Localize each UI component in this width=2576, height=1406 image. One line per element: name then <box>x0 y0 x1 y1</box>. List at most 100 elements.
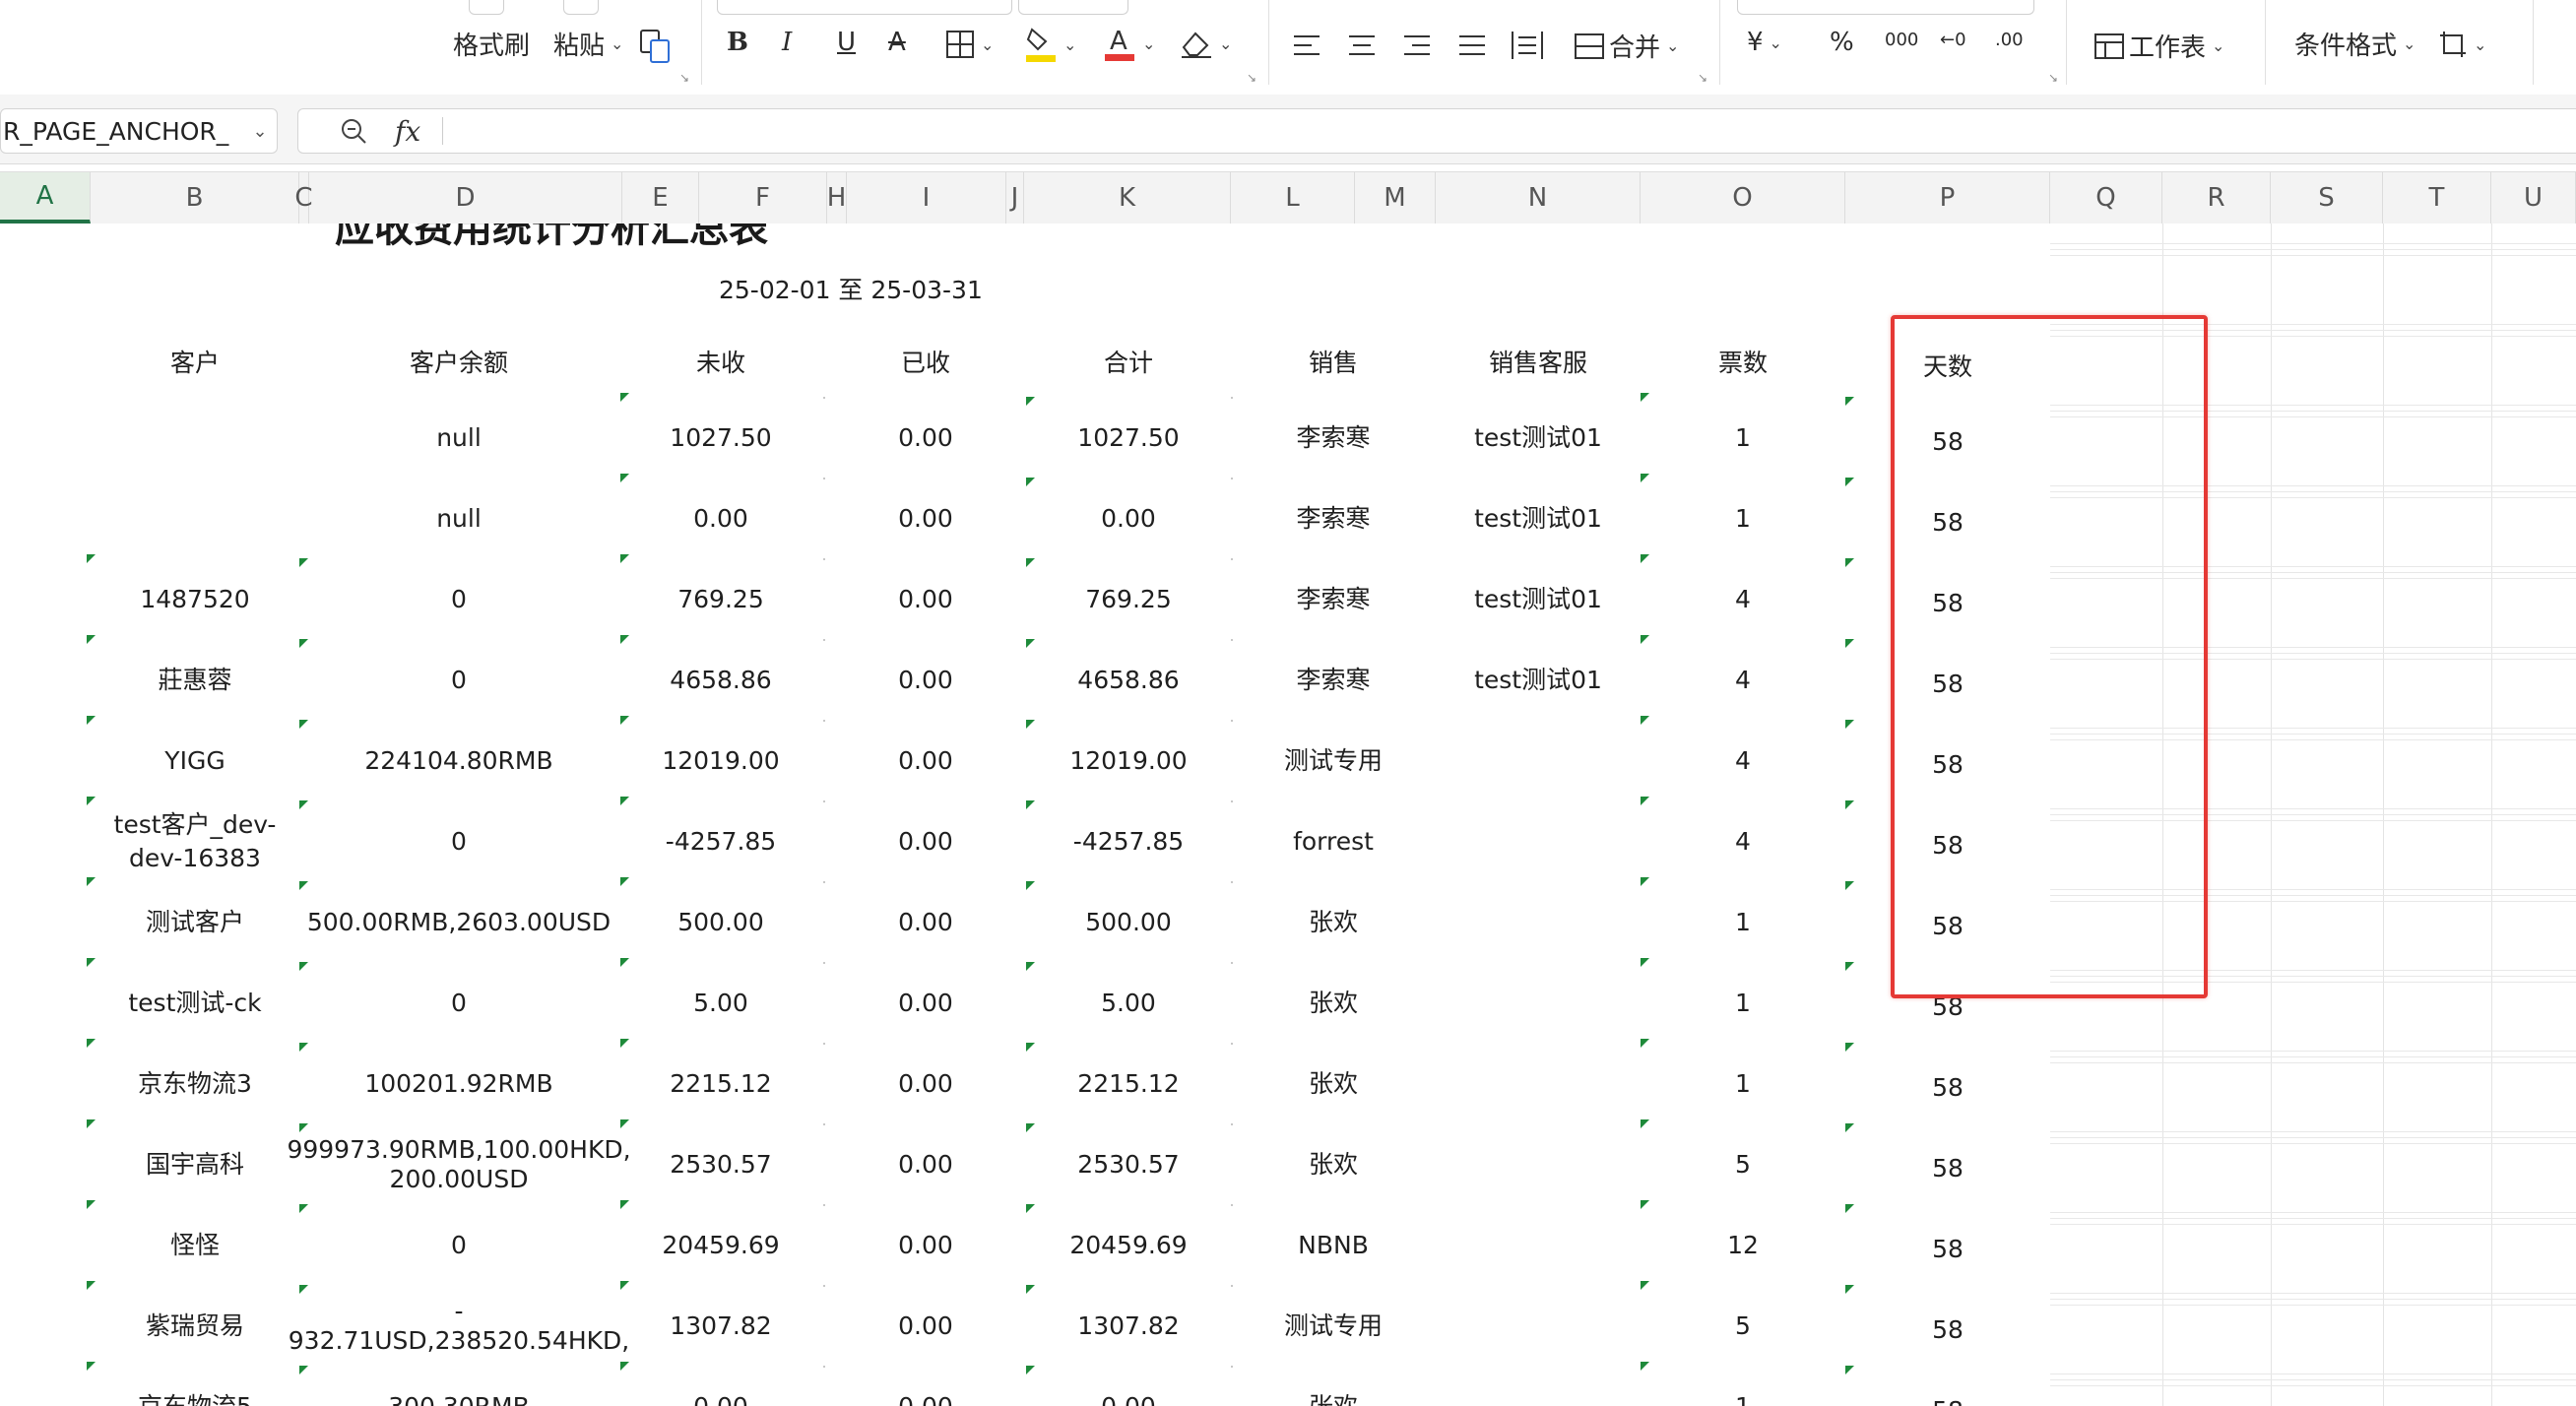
cell-sales-service[interactable] <box>1440 1045 1637 1123</box>
cell-customer-balance[interactable]: 999973.90RMB,100.00HKD, 200.00USD <box>287 1125 630 1204</box>
cell-ticket-count[interactable]: 1 <box>1644 883 1841 962</box>
cell-ticket-count[interactable]: 1 <box>1644 399 1841 478</box>
borders-button[interactable]: ⌄ <box>945 30 994 59</box>
merge-button[interactable]: 合并 ⌄ <box>1574 28 1679 64</box>
cell-sales[interactable]: 张欢 <box>1235 883 1432 962</box>
cell-sales[interactable]: 李索寒 <box>1235 641 1432 720</box>
cell-customer-balance[interactable]: 0 <box>296 560 621 639</box>
cell-unpaid[interactable]: 1307.82 <box>622 1287 819 1366</box>
cell-ticket-count[interactable]: 5 <box>1644 1287 1841 1366</box>
cell-paid[interactable]: 0.00 <box>827 1045 1024 1123</box>
header-paid[interactable]: 已收 <box>827 324 1024 403</box>
decrease-decimal-button[interactable]: .00 <box>1995 30 2024 50</box>
align-center-button[interactable] <box>1347 33 1377 57</box>
fx-icon[interactable]: fx <box>395 115 420 148</box>
cell-paid[interactable]: 0.00 <box>827 964 1024 1043</box>
cell-customer-balance[interactable]: 0 <box>296 641 621 720</box>
cell-sales-service[interactable] <box>1440 1287 1637 1366</box>
cell-sales-service[interactable]: test测试01 <box>1440 399 1637 478</box>
column-header-o[interactable]: O <box>1641 172 1845 224</box>
column-header-l[interactable]: L <box>1231 172 1355 224</box>
cell-customer[interactable]: test测试-ck <box>92 964 298 1043</box>
cell-customer-balance[interactable]: 224104.80RMB <box>296 722 621 800</box>
cell-ticket-count[interactable]: 1 <box>1644 1368 1841 1406</box>
cell-customer-balance[interactable]: 0 <box>296 802 621 881</box>
cell-paid[interactable]: 0.00 <box>827 1206 1024 1285</box>
font-name-box[interactable] <box>717 0 1012 15</box>
cell-sales-service[interactable] <box>1440 883 1637 962</box>
cell-customer-balance[interactable]: 500.00RMB,2603.00USD <box>296 883 621 962</box>
cell-paid[interactable]: 0.00 <box>827 883 1024 962</box>
cell-customer[interactable]: YIGG <box>92 722 298 800</box>
strikethrough-button[interactable]: A <box>888 28 906 57</box>
cell-unpaid[interactable]: 4658.86 <box>622 641 819 720</box>
column-header-d[interactable]: D <box>309 172 622 224</box>
cell-sales[interactable]: 张欢 <box>1235 964 1432 1043</box>
cell-days[interactable]: 58 <box>1869 1129 2027 1208</box>
cell-days[interactable]: 58 <box>1869 1291 2027 1370</box>
cell-total[interactable]: 1027.50 <box>1030 399 1227 478</box>
cell-total[interactable]: 500.00 <box>1030 883 1227 962</box>
cell-ticket-count[interactable]: 5 <box>1644 1125 1841 1204</box>
cell-total[interactable]: 1307.82 <box>1030 1287 1227 1366</box>
cell-total[interactable]: 2530.57 <box>1030 1125 1227 1204</box>
cell-unpaid[interactable]: 1027.50 <box>622 399 819 478</box>
clipboard-group-expand-icon[interactable]: ↘ <box>679 71 689 85</box>
cell-ticket-count[interactable]: 4 <box>1644 560 1841 639</box>
align-left-button[interactable] <box>1292 33 1321 57</box>
column-header-n[interactable]: N <box>1436 172 1641 224</box>
bold-button[interactable]: B <box>727 28 748 57</box>
cell-unpaid[interactable]: 5.00 <box>622 964 819 1043</box>
cell-customer[interactable]: 京东物流3 <box>92 1045 298 1123</box>
cell-days[interactable]: 58 <box>1869 1372 2027 1406</box>
underline-button[interactable]: U <box>837 28 856 57</box>
cell-unpaid[interactable]: 0.00 <box>622 479 819 558</box>
paste-special-icon[interactable] <box>638 28 674 65</box>
column-header-i[interactable]: I <box>847 172 1006 224</box>
number-group-expand-icon[interactable]: ↘ <box>2048 71 2058 85</box>
cell-sales-service[interactable] <box>1440 964 1637 1043</box>
italic-button[interactable]: I <box>782 28 792 57</box>
cell-total[interactable]: 5.00 <box>1030 964 1227 1043</box>
column-header-m[interactable]: M <box>1355 172 1436 224</box>
column-header-t[interactable]: T <box>2383 172 2491 224</box>
cell-sales[interactable]: 张欢 <box>1235 1368 1432 1406</box>
formula-input[interactable]: fx <box>297 108 2576 154</box>
cell-total[interactable]: 2215.12 <box>1030 1045 1227 1123</box>
cell-sales[interactable]: 张欢 <box>1235 1045 1432 1123</box>
cell-paid[interactable]: 0.00 <box>827 479 1024 558</box>
cell-sales[interactable]: forrest <box>1235 802 1432 881</box>
name-box[interactable]: R_PAGE_ANCHOR_ ⌄ <box>0 108 278 154</box>
cell-ticket-count[interactable]: 4 <box>1644 722 1841 800</box>
cell-unpaid[interactable]: 2215.12 <box>622 1045 819 1123</box>
cell-unpaid[interactable]: -4257.85 <box>622 802 819 881</box>
header-sales-service[interactable]: 销售客服 <box>1440 324 1637 403</box>
font-size-box[interactable] <box>1018 0 1128 15</box>
cell-sales-service[interactable] <box>1440 1368 1637 1406</box>
format-painter-button[interactable]: 格式刷 <box>449 26 530 62</box>
column-header-p[interactable]: P <box>1845 172 2050 224</box>
currency-button[interactable]: ¥ ⌄ <box>1747 28 1782 57</box>
header-customer[interactable]: 客户 <box>92 324 298 403</box>
cell-paid[interactable]: 0.00 <box>827 802 1024 881</box>
cell-customer-balance[interactable]: - 932.71USD,238520.54HKD, <box>289 1287 629 1366</box>
cell-customer-balance[interactable]: 0 <box>296 964 621 1043</box>
cell-unpaid[interactable]: 0.00 <box>622 1368 819 1406</box>
cell-total[interactable]: 769.25 <box>1030 560 1227 639</box>
cell-total[interactable]: 12019.00 <box>1030 722 1227 800</box>
cell-paid[interactable]: 0.00 <box>827 560 1024 639</box>
percent-button[interactable]: % <box>1830 28 1854 57</box>
cell-ticket-count[interactable]: 1 <box>1644 964 1841 1043</box>
cell-unpaid[interactable]: 20459.69 <box>622 1206 819 1285</box>
align-right-button[interactable] <box>1402 33 1432 57</box>
column-header-q[interactable]: Q <box>2050 172 2162 224</box>
column-header-u[interactable]: U <box>2491 172 2576 224</box>
distributed-align-button[interactable] <box>1511 30 1544 61</box>
cell-sales[interactable]: 李索寒 <box>1235 479 1432 558</box>
cell-unpaid[interactable]: 769.25 <box>622 560 819 639</box>
column-header-a[interactable]: A <box>0 172 91 224</box>
cell-paid[interactable]: 0.00 <box>827 1125 1024 1204</box>
cell-paid[interactable]: 0.00 <box>827 722 1024 800</box>
cell-total[interactable]: 20459.69 <box>1030 1206 1227 1285</box>
column-header-f[interactable]: F <box>699 172 827 224</box>
